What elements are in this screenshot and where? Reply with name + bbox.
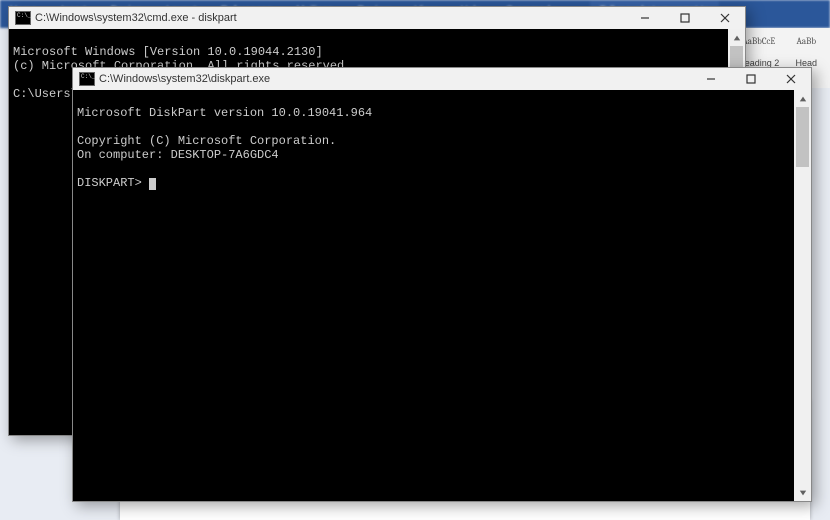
scroll-thumb[interactable] bbox=[796, 107, 809, 167]
console-text: Copyright (C) Microsoft Corporation. bbox=[77, 134, 336, 148]
maximize-button[interactable] bbox=[665, 7, 705, 29]
close-button[interactable] bbox=[705, 7, 745, 29]
diskpart-console-area[interactable]: Microsoft DiskPart version 10.0.19041.96… bbox=[73, 90, 811, 501]
cmd-titlebar[interactable]: C:\Windows\system32\cmd.exe - diskpart bbox=[9, 7, 745, 29]
maximize-button[interactable] bbox=[731, 68, 771, 90]
console-icon bbox=[79, 72, 95, 86]
diskpart-titlebar[interactable]: C:\Windows\system32\diskpart.exe bbox=[73, 68, 811, 90]
diskpart-prompt: DISKPART> bbox=[77, 176, 142, 190]
console-text: Microsoft Windows [Version 10.0.19044.21… bbox=[13, 45, 323, 59]
style-sample[interactable]: AaBb bbox=[783, 28, 830, 56]
cmd-window-title: C:\Windows\system32\cmd.exe - diskpart bbox=[35, 12, 625, 24]
text-cursor bbox=[149, 178, 156, 190]
scroll-up-icon[interactable] bbox=[794, 90, 811, 107]
scroll-up-icon[interactable] bbox=[728, 29, 745, 46]
minimize-button[interactable] bbox=[691, 68, 731, 90]
scroll-down-icon[interactable] bbox=[794, 484, 811, 501]
console-text: On computer: DESKTOP-7A6GDC4 bbox=[77, 148, 279, 162]
close-button[interactable] bbox=[771, 68, 811, 90]
diskpart-window[interactable]: C:\Windows\system32\diskpart.exe Microso… bbox=[72, 67, 812, 502]
console-icon bbox=[15, 11, 31, 25]
diskpart-scrollbar[interactable] bbox=[794, 90, 811, 501]
diskpart-window-title: C:\Windows\system32\diskpart.exe bbox=[99, 73, 691, 85]
console-text: Microsoft DiskPart version 10.0.19041.96… bbox=[77, 106, 372, 120]
minimize-button[interactable] bbox=[625, 7, 665, 29]
